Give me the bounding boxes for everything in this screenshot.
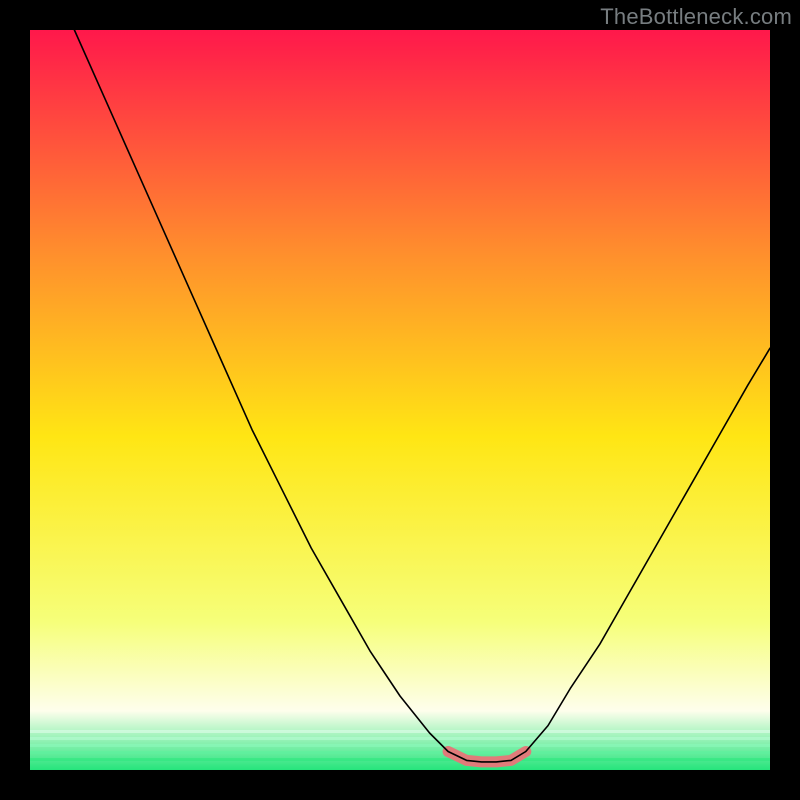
watermark-label: TheBottleneck.com <box>600 4 792 30</box>
bottleneck-chart: TheBottleneck.com <box>0 0 800 800</box>
plot-gradient-background <box>30 30 770 770</box>
chart-svg <box>0 0 800 800</box>
